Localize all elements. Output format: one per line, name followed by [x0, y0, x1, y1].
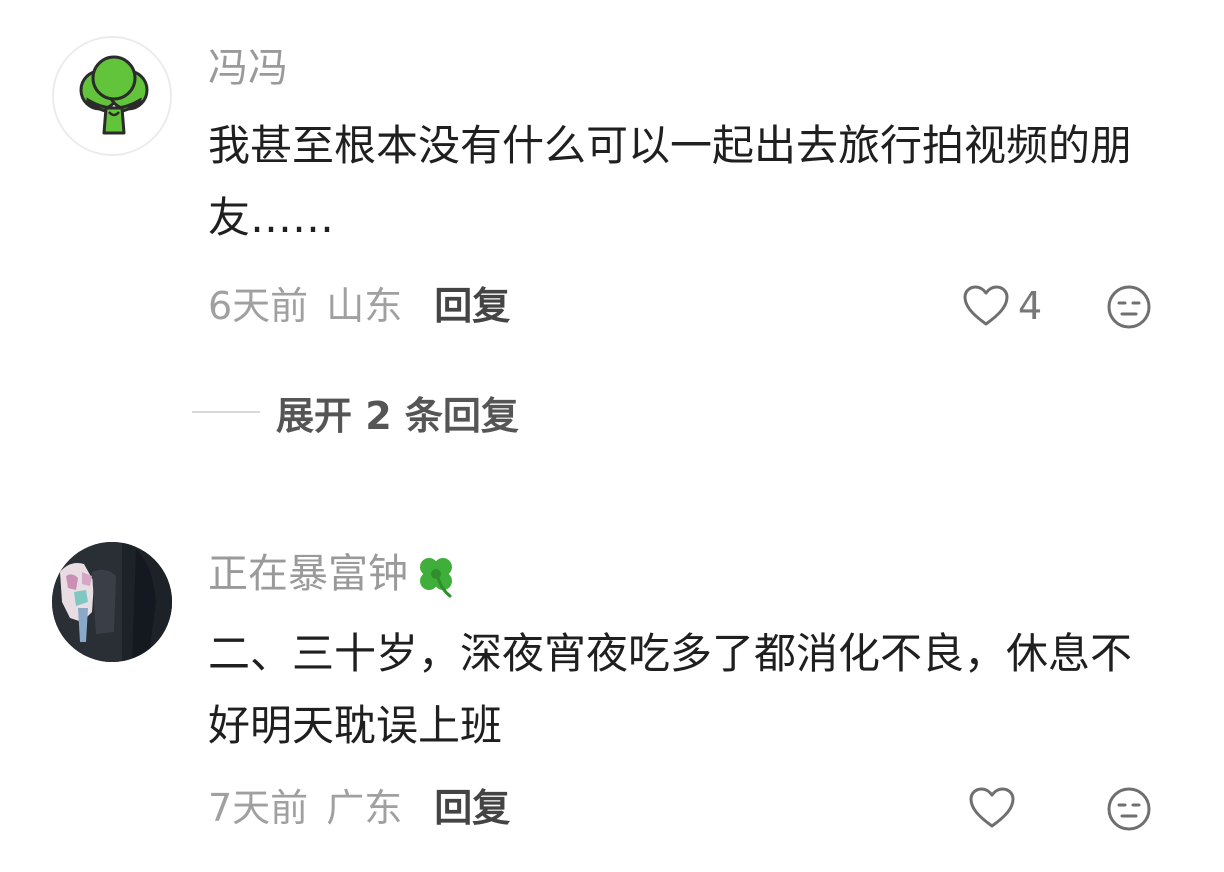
- neutral-face-icon: [1107, 787, 1151, 831]
- timestamp: 6天前: [208, 284, 309, 328]
- like-button[interactable]: 4: [962, 280, 1042, 332]
- neutral-face-icon: [1107, 285, 1151, 329]
- username-text: 正在暴富钟: [208, 551, 408, 597]
- emoji-reaction-button[interactable]: [1106, 284, 1152, 330]
- expand-replies-button[interactable]: 展开 2 条回复: [192, 386, 519, 438]
- comment-text: 我甚至根本没有什么可以一起出去旅行拍视频的朋友……: [208, 121, 1133, 242]
- username[interactable]: 冯冯: [208, 40, 288, 96]
- four-leaf-clover-icon: [420, 558, 452, 598]
- comment-text: 二、三十岁，深夜宵夜吃多了都消化不良，休息不好明天耽误上班: [208, 629, 1133, 750]
- avatar[interactable]: [52, 36, 172, 156]
- comment-meta: 6天前 山东 回复: [208, 280, 510, 332]
- comment-list: 冯冯 我甚至根本没有什么可以一起出去旅行拍视频的朋友…… 6天前 山东 回复 4 展…: [0, 0, 1224, 872]
- comment-item: 正在暴富钟 二、三十岁，深夜宵夜吃多了都消化不良，休息不好明天耽误上班 7天前广…: [0, 520, 1224, 872]
- like-button[interactable]: [968, 782, 1024, 834]
- broccoli-icon: [79, 55, 149, 135]
- avatar[interactable]: [52, 542, 172, 662]
- region: 广东: [326, 786, 403, 830]
- heart-icon: [963, 285, 1009, 326]
- expand-replies-label: 展开 2 条回复: [276, 393, 519, 438]
- timestamp: 7天前: [208, 786, 309, 830]
- heart-icon: [969, 787, 1015, 828]
- username[interactable]: 正在暴富钟: [208, 546, 460, 602]
- divider: [192, 411, 260, 413]
- reply-button[interactable]: 回复: [434, 284, 510, 328]
- reply-button[interactable]: 回复: [434, 786, 510, 830]
- like-count: 4: [1018, 284, 1043, 328]
- region: 山东: [326, 284, 403, 328]
- emoji-reaction-button[interactable]: [1106, 786, 1152, 832]
- comment-item: 冯冯 我甚至根本没有什么可以一起出去旅行拍视频的朋友…… 6天前 山东 回复 4 展…: [0, 0, 1224, 438]
- photo-avatar: [52, 542, 172, 662]
- comment-meta: 7天前 广东 回复: [208, 782, 510, 834]
